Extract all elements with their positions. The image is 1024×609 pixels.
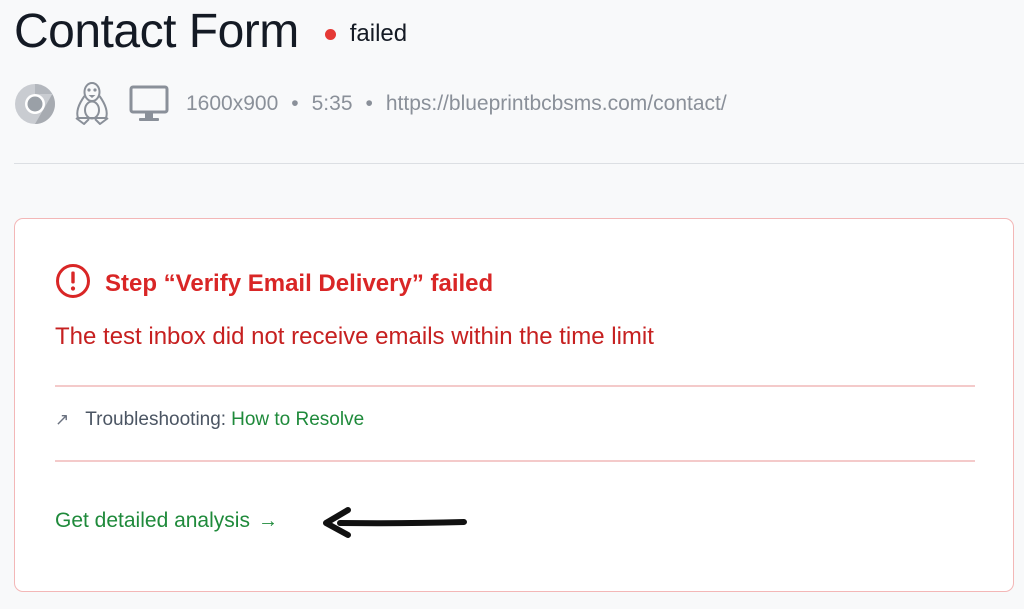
page-header: Contact Form failed: [14, 4, 407, 60]
right-arrow-icon: →: [257, 509, 278, 532]
status-badge: failed: [324, 20, 408, 48]
meta-separator: •: [365, 92, 373, 115]
troubleshooting-label: Troubleshooting:: [85, 409, 227, 430]
meta-separator: •: [291, 92, 299, 115]
desktop-monitor-icon: [128, 84, 170, 124]
error-title: Step “Verify Email Delivery” failed: [105, 269, 494, 297]
card-divider: [55, 460, 975, 462]
how-to-resolve-link[interactable]: How to Resolve: [231, 409, 364, 431]
card-divider: [55, 385, 975, 387]
page-title: Contact Form: [14, 5, 299, 58]
run-meta: 1600x900 • 5:35 • https://blueprintbcbsm…: [14, 80, 727, 128]
header-divider: [14, 163, 1024, 164]
troubleshooting-row: ↗ Troubleshooting: How to Resolve: [55, 409, 364, 431]
duration-text: 5:35: [311, 92, 353, 115]
url-text: https://blueprintbcbsms.com/contact/: [385, 92, 727, 115]
external-link-arrow-icon: ↗: [55, 410, 70, 429]
resolution-text: 1600x900: [186, 92, 279, 115]
chrome-browser-icon: [14, 83, 56, 125]
status-text: failed: [349, 20, 408, 47]
error-circle-icon: [55, 263, 91, 304]
linux-tux-icon: [72, 81, 112, 127]
annotation-arrow-icon: [318, 505, 478, 546]
get-detailed-analysis-link[interactable]: Get detailed analysis →: [55, 509, 278, 533]
cta-label: Get detailed analysis: [55, 509, 250, 532]
status-dot-icon: [324, 28, 336, 40]
error-card: Step “Verify Email Delivery” failed The …: [14, 218, 1014, 592]
error-header: Step “Verify Email Delivery” failed: [55, 263, 493, 304]
error-message: The test inbox did not receive emails wi…: [55, 323, 654, 350]
